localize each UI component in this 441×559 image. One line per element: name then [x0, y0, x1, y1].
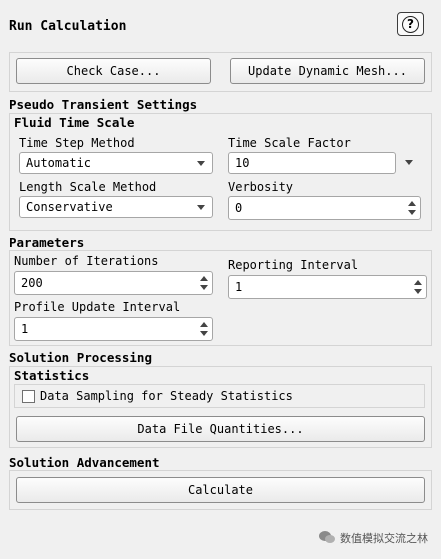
- length-scale-method-label: Length Scale Method: [19, 180, 157, 194]
- spin-down-icon[interactable]: [200, 331, 208, 336]
- length-scale-method-select[interactable]: Conservative: [19, 196, 213, 218]
- spin-down-icon[interactable]: [200, 285, 208, 290]
- iterations-spinner[interactable]: 200: [14, 271, 213, 295]
- time-step-method-label: Time Step Method: [19, 136, 135, 150]
- spin-up-icon[interactable]: [408, 201, 416, 206]
- solution-advancement-title: Solution Advancement: [9, 455, 160, 470]
- data-sampling-label[interactable]: Data Sampling for Steady Statistics: [40, 389, 293, 403]
- watermark-text: 数值模拟交流之林: [340, 532, 428, 545]
- reporting-interval-label: Reporting Interval: [228, 258, 359, 272]
- pseudo-transient-title: Pseudo Transient Settings: [9, 97, 198, 112]
- verbosity-spinner[interactable]: 0: [228, 196, 421, 220]
- help-button[interactable]: ?: [397, 12, 424, 36]
- spin-down-icon[interactable]: [408, 210, 416, 215]
- time-step-method-select[interactable]: Automatic: [19, 152, 213, 174]
- data-sampling-checkbox[interactable]: [22, 390, 35, 403]
- reporting-interval-value: 1: [235, 280, 243, 294]
- update-dynamic-mesh-button[interactable]: Update Dynamic Mesh...: [230, 58, 425, 84]
- time-step-method-value: Automatic: [26, 156, 92, 170]
- reporting-interval-spinner[interactable]: 1: [228, 275, 427, 299]
- panel-title: Run Calculation: [9, 19, 127, 34]
- check-case-button[interactable]: Check Case...: [16, 58, 211, 84]
- time-scale-factor-value: 10: [235, 156, 250, 170]
- time-scale-factor-input[interactable]: 10: [228, 152, 396, 174]
- parameters-title: Parameters: [9, 235, 85, 250]
- spin-up-icon[interactable]: [414, 280, 422, 285]
- iterations-label: Number of Iterations: [14, 254, 159, 268]
- statistics-title: Statistics: [14, 368, 90, 383]
- verbosity-label: Verbosity: [228, 180, 294, 194]
- wechat-icon: [318, 530, 336, 544]
- fluid-time-scale-title: Fluid Time Scale: [14, 115, 135, 130]
- spin-down-icon[interactable]: [414, 289, 422, 294]
- verbosity-value: 0: [235, 201, 243, 215]
- chevron-down-icon: [197, 161, 205, 166]
- profile-update-spinner[interactable]: 1: [14, 317, 213, 341]
- calculate-button[interactable]: Calculate: [16, 477, 425, 503]
- profile-update-value: 1: [21, 322, 29, 336]
- time-scale-factor-dropdown-icon[interactable]: [405, 160, 413, 165]
- data-file-quantities-button[interactable]: Data File Quantities...: [16, 416, 425, 442]
- question-icon: ?: [402, 15, 419, 33]
- spin-up-icon[interactable]: [200, 322, 208, 327]
- chevron-down-icon: [197, 205, 205, 210]
- length-scale-method-value: Conservative: [26, 200, 113, 214]
- time-scale-factor-label: Time Scale Factor: [228, 136, 351, 150]
- iterations-value: 200: [21, 276, 43, 290]
- profile-update-label: Profile Update Interval: [14, 300, 181, 314]
- solution-processing-title: Solution Processing: [9, 350, 152, 365]
- spin-up-icon[interactable]: [200, 276, 208, 281]
